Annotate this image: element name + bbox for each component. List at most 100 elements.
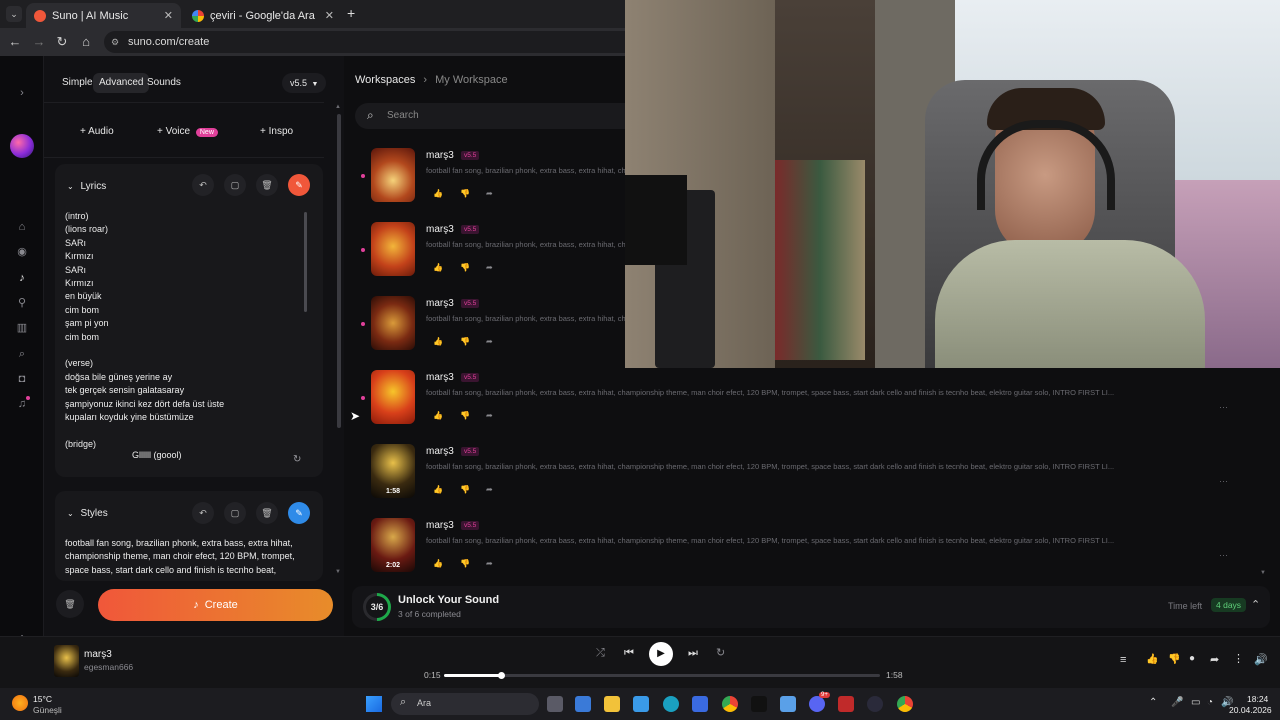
breadcrumb-my-workspace[interactable]: My Workspace: [435, 74, 508, 86]
mode-sounds[interactable]: Sounds: [141, 73, 187, 93]
discord-icon[interactable]: [809, 696, 825, 712]
explore-icon[interactable]: ◉: [16, 246, 28, 258]
share-icon[interactable]: ➦: [1210, 653, 1219, 666]
dislike-icon[interactable]: 👎: [1168, 654, 1180, 665]
chrome-icon[interactable]: [722, 696, 738, 712]
taskbar-search[interactable]: ⌕ Ara: [391, 693, 539, 715]
mail-icon[interactable]: [692, 696, 708, 712]
panel-scroll-down-icon[interactable]: ▼: [335, 569, 341, 575]
magic-wand-icon[interactable]: ✎: [288, 502, 310, 524]
previous-icon[interactable]: ⏮: [624, 647, 634, 660]
song-title[interactable]: marş3: [426, 372, 454, 383]
add-audio-button[interactable]: + Audio: [80, 122, 114, 142]
file-explorer-icon[interactable]: [604, 696, 620, 712]
microphone-icon[interactable]: 🎤: [1171, 697, 1183, 708]
weather-icon[interactable]: [12, 695, 28, 711]
edge-icon[interactable]: [663, 696, 679, 712]
list-scroll-down-icon[interactable]: ▼: [1260, 570, 1266, 576]
hooks-icon[interactable]: ◘: [16, 373, 28, 385]
shuffle-icon[interactable]: ⤮: [596, 647, 605, 660]
song-cover[interactable]: [371, 222, 415, 276]
magic-wand-icon[interactable]: ✎: [288, 174, 310, 196]
clock-date[interactable]: 20.04.2026: [1229, 705, 1272, 715]
home-icon[interactable]: ⌂: [78, 34, 94, 50]
song-cover[interactable]: 2:02: [371, 518, 415, 572]
copy-icon[interactable]: ▢: [224, 502, 246, 524]
song-cover[interactable]: [371, 148, 415, 202]
styles-textarea[interactable]: football fan song, brazilian phonk, extr…: [65, 537, 305, 577]
more-options-icon[interactable]: ···: [1219, 550, 1228, 560]
tab-suno[interactable]: Suno | AI Music ✕: [26, 3, 181, 28]
version-select[interactable]: v5.5 ▼: [282, 73, 327, 93]
chevron-up-icon[interactable]: ⌃: [1251, 598, 1260, 611]
dislike-icon[interactable]: 👎: [460, 337, 470, 346]
like-icon[interactable]: 👍: [433, 263, 443, 272]
tab-menu-button[interactable]: ⌄: [6, 6, 22, 22]
song-title[interactable]: marş3: [426, 150, 454, 161]
dislike-icon[interactable]: 👎: [460, 189, 470, 198]
trash-icon[interactable]: 🗑: [256, 174, 278, 196]
share-icon[interactable]: ➦: [486, 485, 493, 494]
weather-temp[interactable]: 15°C: [33, 694, 52, 704]
styles-header[interactable]: ⌄ Styles: [67, 508, 108, 519]
song-cover[interactable]: [371, 370, 415, 424]
studio-icon[interactable]: ⚲: [16, 297, 28, 309]
song-title[interactable]: marş3: [426, 224, 454, 235]
volume-icon[interactable]: 🔊: [1254, 653, 1268, 666]
new-tab-button[interactable]: +: [347, 5, 355, 21]
undo-icon[interactable]: ↶: [192, 502, 214, 524]
progress-knob[interactable]: [497, 672, 505, 679]
share-icon[interactable]: ➦: [486, 263, 493, 272]
tab-google[interactable]: çeviri - Google'da Ara ✕: [184, 3, 342, 28]
site-info-icon[interactable]: ⚙: [111, 31, 119, 53]
dislike-icon[interactable]: 👎: [460, 485, 470, 494]
unlock-banner[interactable]: 3/6 Unlock Your Sound 3 of 6 completed T…: [352, 586, 1270, 628]
queue-icon[interactable]: ≡: [1120, 654, 1126, 666]
more-icon[interactable]: ⋮: [1233, 652, 1244, 665]
close-icon[interactable]: ✕: [164, 9, 173, 22]
clock-time[interactable]: 18:24: [1247, 694, 1268, 704]
capcut-icon[interactable]: [751, 696, 767, 712]
like-icon[interactable]: 👍: [433, 411, 443, 420]
display-icon[interactable]: ▭: [1191, 697, 1200, 708]
comment-icon[interactable]: ●: [1189, 653, 1195, 664]
song-cover[interactable]: [371, 296, 415, 350]
more-options-icon[interactable]: ···: [1219, 402, 1228, 412]
close-icon[interactable]: ✕: [325, 9, 334, 22]
suno-logo[interactable]: [10, 134, 34, 158]
notepad-icon[interactable]: [633, 696, 649, 712]
breadcrumb-workspaces[interactable]: Workspaces: [355, 74, 415, 86]
refresh-icon[interactable]: ↻: [293, 454, 301, 465]
network-icon[interactable]: ◔: [1207, 697, 1213, 708]
undo-icon[interactable]: ↶: [192, 174, 214, 196]
like-icon[interactable]: 👍: [433, 485, 443, 494]
song-title[interactable]: marş3: [426, 298, 454, 309]
trash-icon[interactable]: 🗑: [256, 502, 278, 524]
reload-icon[interactable]: ↻: [54, 34, 70, 50]
song-row[interactable]: 2:02 marş3 v5.5 football fan song, brazi…: [344, 514, 1264, 588]
now-playing-title[interactable]: marş3: [84, 649, 112, 660]
share-icon[interactable]: ➦: [486, 411, 493, 420]
copy-icon[interactable]: ▢: [224, 174, 246, 196]
clear-button[interactable]: 🗑: [56, 590, 84, 618]
lyrics-textarea[interactable]: (intro) (lions roar) SARı Kırmızı SARı K…: [65, 210, 305, 451]
song-row[interactable]: marş3 v5.5 football fan song, brazilian …: [344, 366, 1264, 440]
share-icon[interactable]: ➦: [486, 189, 493, 198]
progress-track[interactable]: [444, 674, 880, 677]
media-app-icon[interactable]: [838, 696, 854, 712]
more-options-icon[interactable]: ···: [1219, 476, 1228, 486]
forward-icon[interactable]: →: [31, 34, 47, 50]
chrome-profile-icon[interactable]: [897, 696, 913, 712]
song-title[interactable]: marş3: [426, 520, 454, 531]
song-title[interactable]: marş3: [426, 446, 454, 457]
tray-chevron-icon[interactable]: ⌃: [1149, 697, 1157, 708]
search-icon[interactable]: ⌕: [16, 348, 28, 360]
now-playing-cover[interactable]: [54, 645, 79, 677]
search-input[interactable]: ⌕ Search: [355, 103, 655, 129]
panel-scrollbar[interactable]: [337, 114, 341, 428]
add-inspo-button[interactable]: + Inspo: [260, 122, 293, 142]
dislike-icon[interactable]: 👎: [460, 263, 470, 272]
home-icon[interactable]: ⌂: [16, 221, 28, 233]
song-cover[interactable]: 1:58: [371, 444, 415, 498]
library-icon[interactable]: ▥: [16, 322, 28, 334]
